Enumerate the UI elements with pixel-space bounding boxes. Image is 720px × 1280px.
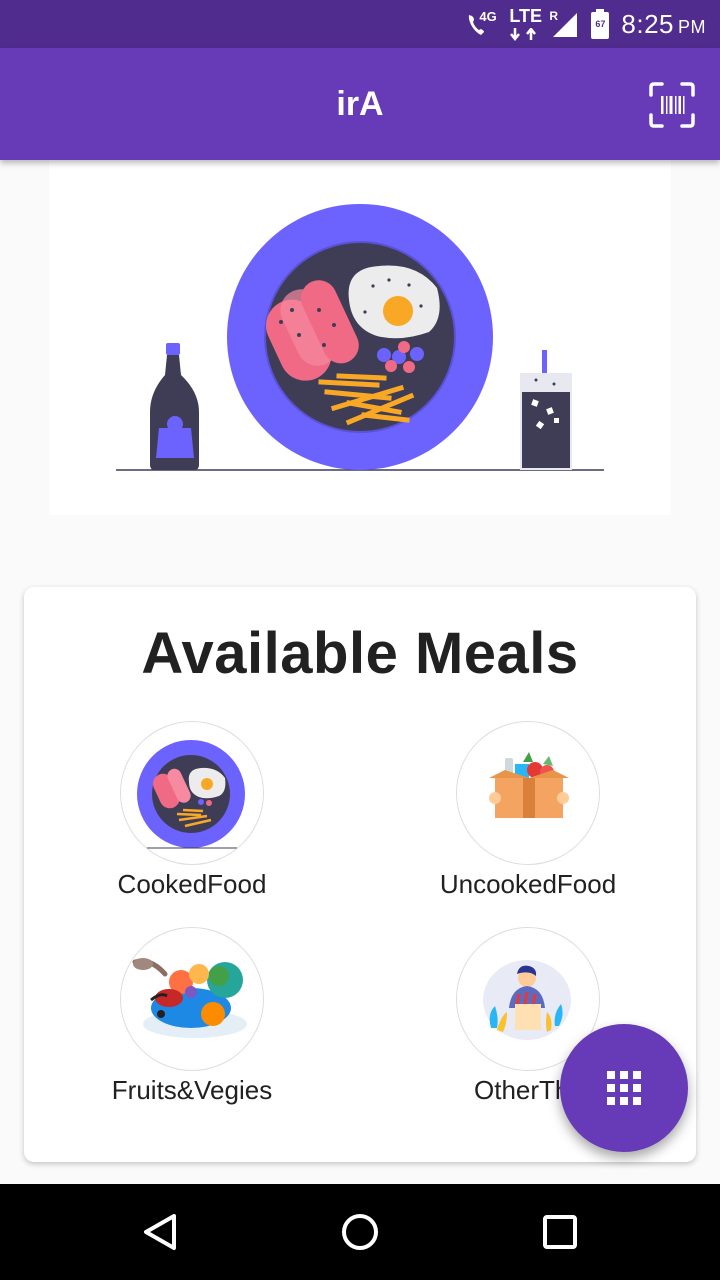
network-type: 4G xyxy=(479,9,497,24)
signal-icon: R xyxy=(547,9,579,39)
lte-icon: LTE xyxy=(507,6,547,42)
meal-item-uncooked-food[interactable]: UncookedFood xyxy=(398,721,658,900)
back-icon[interactable] xyxy=(136,1208,184,1256)
hero-illustration xyxy=(49,160,671,515)
cooked-food-icon xyxy=(120,721,264,865)
grid-icon xyxy=(607,1071,641,1105)
clock: 8:25 PM xyxy=(621,8,706,39)
recents-icon[interactable] xyxy=(536,1208,584,1256)
sauce-bottle xyxy=(150,343,199,470)
meal-label: CookedFood xyxy=(117,869,267,899)
navigation-bar xyxy=(0,1184,720,1280)
meal-label: UncookedFood xyxy=(439,869,617,899)
barcode-scanner-icon[interactable] xyxy=(648,81,696,129)
grid-menu-button[interactable] xyxy=(560,1024,688,1152)
fruits-vegies-icon xyxy=(120,927,264,1071)
meal-item-fruits-vegies[interactable]: Fruits&Vegies xyxy=(62,927,322,1106)
drink-glass xyxy=(520,350,572,470)
status-bar: 4G LTE R 67 8:25 PM xyxy=(0,0,720,48)
meal-label: Fruits&Vegies xyxy=(111,1075,273,1105)
battery-icon: 67 xyxy=(589,8,611,40)
meals-title: Available Meals xyxy=(141,621,579,686)
plate xyxy=(227,204,493,470)
grocery-box-icon xyxy=(456,721,600,865)
home-icon[interactable] xyxy=(336,1208,384,1256)
meal-item-cooked-food[interactable]: CookedFood xyxy=(62,721,322,900)
breakfast-plate-illustration xyxy=(116,204,604,471)
wifi-calling-icon: 4G xyxy=(465,9,501,39)
status-icons: 4G LTE R 67 8:25 PM xyxy=(465,0,706,48)
app-title: irA xyxy=(336,85,384,123)
app-bar: irA xyxy=(0,48,720,160)
